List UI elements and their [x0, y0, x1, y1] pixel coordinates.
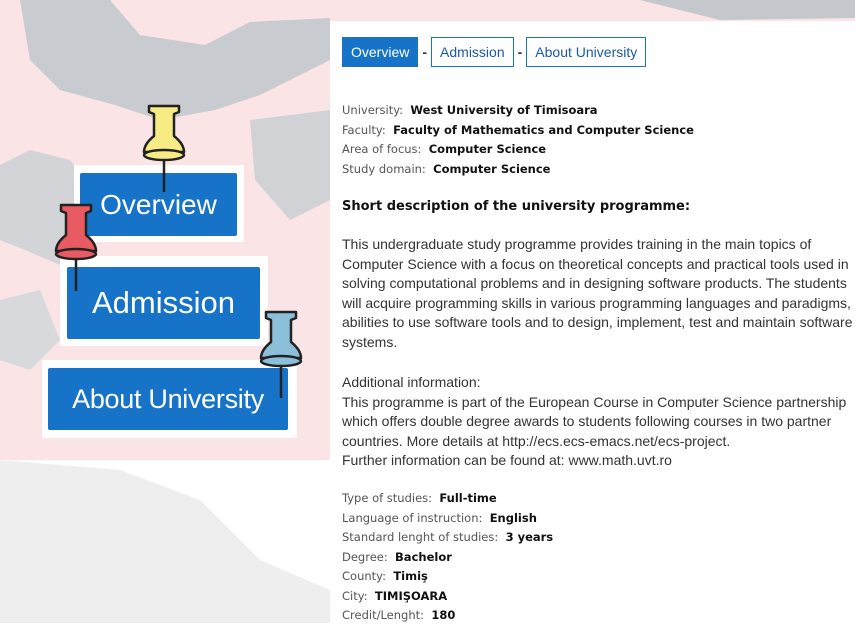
- detail-value: Full-time: [439, 491, 497, 505]
- info-row-domain: Study domain: Computer Science: [342, 160, 694, 180]
- detail-label: City:: [342, 588, 368, 603]
- tab-admission[interactable]: Admission: [431, 37, 514, 67]
- info-label: University:: [342, 103, 404, 117]
- detail-value: Timiş: [393, 569, 428, 583]
- blue-push-pin-icon: [259, 310, 303, 398]
- detail-label: Language of instruction:: [342, 510, 483, 525]
- detail-label: Type of studies:: [342, 491, 433, 505]
- info-row-university: University: West University of Timisoara: [342, 101, 694, 121]
- description-line: will acquire programming skills in vario…: [342, 294, 851, 311]
- tab-overview[interactable]: Overview: [342, 37, 419, 67]
- detail-label: Credit/Lenght:: [342, 608, 424, 622]
- detail-row-language: Language of instruction: English: [342, 509, 553, 529]
- info-label: Study domain:: [342, 161, 426, 176]
- additional-line: countries. More details at http://ecs.ec…: [342, 432, 731, 449]
- detail-row-county: County: Timiş: [342, 567, 553, 587]
- info-value: Computer Science: [433, 161, 551, 176]
- additional-line: This programme is part of the European C…: [342, 393, 847, 410]
- additional-info: Additional information: This programme i…: [342, 373, 852, 471]
- detail-row-type: Type of studies: Full-time: [342, 489, 553, 509]
- description-line: abilities to use software tools and to d…: [342, 314, 853, 330]
- detail-row-city: City: TIMIŞOARA: [342, 587, 553, 607]
- about-university-button[interactable]: About University: [48, 368, 288, 430]
- yellow-push-pin-icon: [142, 104, 186, 192]
- detail-value: English: [489, 510, 537, 525]
- info-value: West University of Timisoara: [410, 103, 598, 117]
- description-line: This undergraduate study programme provi…: [342, 236, 812, 252]
- programme-info: University: West University of Timisoara…: [342, 101, 694, 179]
- tab-about-university[interactable]: About University: [526, 37, 647, 67]
- detail-value: TIMIŞOARA: [374, 588, 448, 603]
- detail-label: County:: [342, 569, 386, 583]
- detail-label: Standard lenght of studies:: [342, 530, 499, 544]
- description-title: Short description of the university prog…: [342, 199, 691, 214]
- additional-line: which offers double degree awards to stu…: [342, 413, 832, 429]
- detail-row-degree: Degree: Bachelor: [342, 548, 553, 568]
- additional-line: Additional information:: [342, 374, 481, 390]
- description-line: solving computational problems and in de…: [342, 275, 847, 291]
- detail-value: 3 years: [505, 530, 554, 544]
- info-label: Area of focus:: [342, 142, 422, 156]
- detail-label: Degree:: [342, 549, 388, 564]
- info-value: Faculty of Mathematics and Computer Scie…: [393, 122, 694, 137]
- tab-separator: -: [517, 44, 523, 60]
- info-label: Faculty:: [342, 122, 386, 137]
- info-row-area: Area of focus: Computer Science: [342, 140, 694, 160]
- study-details: Type of studies: Full-time Language of i…: [342, 489, 553, 626]
- info-row-faculty: Faculty: Faculty of Mathematics and Comp…: [342, 121, 694, 141]
- detail-row-length: Standard lenght of studies: 3 years: [342, 528, 553, 548]
- description-line: systems.: [342, 333, 398, 350]
- info-value: Computer Science: [428, 142, 547, 156]
- red-push-pin-icon: [54, 203, 98, 291]
- tab-bar: Overview - Admission - About University: [342, 37, 647, 67]
- detail-value: Bachelor: [395, 549, 452, 564]
- tab-separator: -: [422, 44, 428, 60]
- description-line: Computer Science with a focus on theoret…: [342, 255, 849, 272]
- detail-value: 180: [431, 608, 456, 622]
- additional-line: Further information can be found at: www…: [342, 452, 672, 468]
- description-text: This undergraduate study programme provi…: [342, 235, 853, 352]
